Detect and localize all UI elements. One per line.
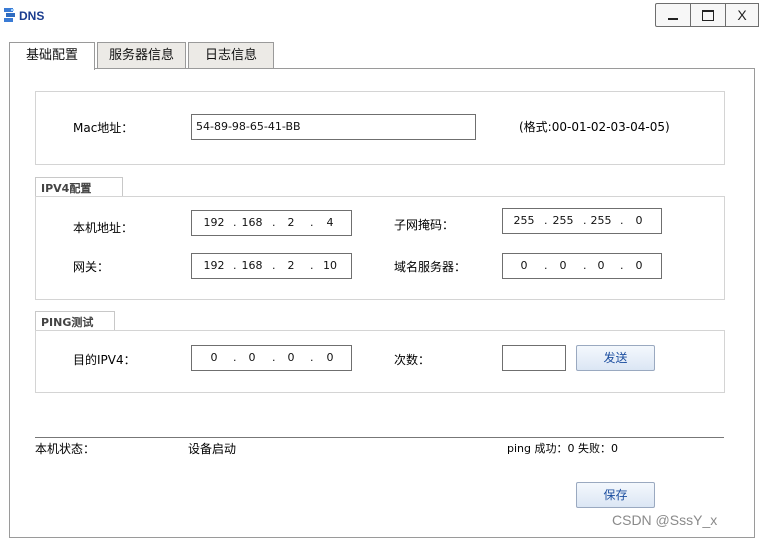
dns-server-label: 域名服务器： [394,260,467,274]
ip-octet: 0 [287,351,295,364]
ip-octet: 168 [241,216,263,229]
ip-octet: 0 [248,351,256,364]
mac-input[interactable]: 54-89-98-65-41-BB [191,114,476,140]
mac-label: Mac地址： [73,121,134,135]
window-title: DNS [19,9,45,23]
tab-server-info[interactable]: 服务器信息 [97,42,186,69]
close-button[interactable]: X [725,3,759,27]
ping-target-input[interactable]: 0 . 0 . 0 . 0 [191,345,352,371]
ip-octet: 4 [326,216,334,229]
maximize-button[interactable] [690,3,726,27]
tab-log-info[interactable]: 日志信息 [188,42,274,69]
gateway-label: 网关： [73,260,110,274]
ip-octet: 192 [203,216,225,229]
subnet-mask-input[interactable]: 255 . 255 . 255 . 0 [502,208,662,234]
tab-basic-config[interactable]: 基础配置 [9,42,95,70]
tab-label: 服务器信息 [108,48,174,63]
app-icon [4,8,15,22]
save-button-label: 保存 [603,488,628,502]
tab-label: 基础配置 [25,48,78,63]
gateway-input[interactable]: 192 . 168 . 2 . 10 [191,253,352,279]
save-button[interactable]: 保存 [576,482,655,508]
ip-octet: 0 [210,351,218,364]
ip-octet: 0 [520,259,528,272]
tab-label: 日志信息 [204,48,257,63]
ip-octet: 2 [287,216,295,229]
mac-value: 54-89-98-65-41-BB [196,120,301,133]
ip-octet: 0 [635,214,643,227]
status-separator [35,437,724,438]
ipv4-group-title-text: IPV4配置 [41,182,92,195]
local-address-label: 本机地址： [73,221,134,235]
ip-octet: 0 [597,259,605,272]
dns-server-input[interactable]: 0 . 0 . 0 . 0 [502,253,662,279]
ip-octet: 192 [203,259,225,272]
ip-octet: 2 [287,259,295,272]
maximize-icon [702,9,714,21]
ip-octet: 0 [559,259,567,272]
local-address-input[interactable]: 192 . 168 . 2 . 4 [191,210,352,236]
status-value: 设备启动 [188,442,237,456]
ip-octet: 0 [635,259,643,272]
ping-count-input[interactable] [502,345,566,371]
ip-octet: 255 [513,214,535,227]
ping-group-title-text: PING测试 [41,316,94,329]
close-icon: X [737,7,747,23]
ip-octet: 0 [326,351,334,364]
ip-octet: 255 [590,214,612,227]
ip-octet: 255 [552,214,574,227]
send-button[interactable]: 发送 [576,345,655,371]
watermark: CSDN @SssY_x [612,512,718,528]
ip-octet: 10 [323,259,337,272]
title-bar: DNS X [0,0,759,32]
ping-count-label: 次数： [394,353,431,367]
mac-format-hint: (格式:00-01-02-03-04-05) [519,120,670,134]
minimize-button[interactable] [655,3,691,27]
send-button-label: 发送 [603,351,628,365]
ping-target-label: 目的IPV4： [73,353,136,367]
ping-result: ping 成功：0 失败：0 [507,442,618,455]
subnet-mask-label: 子网掩码： [394,218,455,232]
ip-octet: 168 [241,259,263,272]
status-label: 本机状态： [35,442,96,456]
minimize-icon [668,18,678,20]
